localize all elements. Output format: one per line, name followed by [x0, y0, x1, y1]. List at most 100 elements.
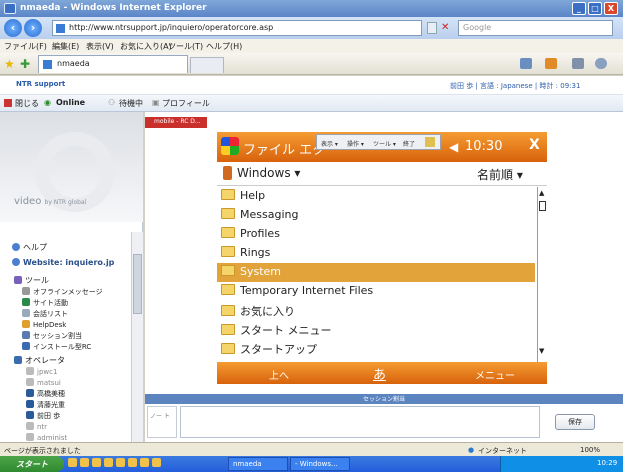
list-item[interactable]: Temporary Internet Files: [217, 282, 535, 301]
back-button[interactable]: ‹: [4, 19, 22, 37]
refresh-icon[interactable]: [427, 22, 437, 34]
operator-item[interactable]: 清藤光重: [26, 400, 65, 410]
tab-label: nmaeda: [57, 59, 90, 68]
note-panel[interactable]: ノー ト: [147, 406, 177, 438]
list-item[interactable]: スタート メニュー: [217, 320, 535, 339]
zoom-level[interactable]: 100%: [580, 446, 600, 454]
operator-item[interactable]: 高橋美穂: [26, 389, 65, 399]
taskbar-item-ie[interactable]: nmaeda: [228, 457, 288, 471]
sidebar-item-site-activity[interactable]: サイト活動: [22, 298, 68, 308]
address-bar-row: ‹ › http://www.ntrsupport.jp/inquiero/op…: [0, 17, 623, 39]
sidebar-item-offline-message[interactable]: オフラインメッセージ: [22, 287, 103, 297]
waiting-status[interactable]: 待機中: [119, 98, 143, 109]
sidebar-item-helpdesk[interactable]: HelpDesk: [22, 320, 66, 329]
list-icon: [22, 309, 30, 317]
list-item-selected[interactable]: System: [217, 263, 535, 282]
menu-view[interactable]: 表示(V): [86, 41, 114, 52]
sort-dropdown[interactable]: 名前順 ▾: [477, 166, 523, 183]
quicklaunch-icon[interactable]: [128, 458, 137, 467]
list-item[interactable]: お気に入り: [217, 301, 535, 320]
menu-edit[interactable]: 編集(E): [52, 41, 79, 52]
menu-file[interactable]: ファイル(F): [4, 41, 47, 52]
volume-icon[interactable]: ◀: [449, 140, 458, 154]
print-icon[interactable]: [572, 58, 584, 69]
sidebar-item-session-assign[interactable]: セッション割当: [22, 331, 82, 341]
online-status[interactable]: Online: [56, 98, 85, 107]
list-item[interactable]: Profiles: [217, 225, 535, 244]
rc-menu-action[interactable]: 操作 ▾: [347, 139, 364, 148]
softkey-input[interactable]: あ: [373, 364, 386, 383]
operator-item[interactable]: ntr: [26, 422, 47, 431]
rc-menu-exit[interactable]: 終了: [403, 139, 415, 148]
close-window-button[interactable]: X: [604, 2, 618, 15]
list-item[interactable]: Rings: [217, 244, 535, 263]
sidebar-item-install-rc[interactable]: インストール型RC: [22, 342, 91, 352]
folder-icon: [221, 208, 235, 219]
softkey-up[interactable]: 上へ: [269, 367, 289, 382]
list-item[interactable]: Help: [217, 187, 535, 206]
page-menu-icon[interactable]: [595, 58, 607, 69]
operator-item[interactable]: 前田 歩: [26, 411, 60, 421]
profile-link[interactable]: プロフィール: [162, 98, 210, 109]
profile-icon: ▣: [152, 98, 160, 107]
new-tab-button[interactable]: [190, 57, 224, 73]
device-scrollbar[interactable]: ▲ ▼: [537, 187, 547, 362]
location-dropdown[interactable]: Windows ▾: [237, 166, 300, 180]
taskbar: スタート nmaeda - Windows... 10:29: [0, 456, 623, 472]
quicklaunch-icon[interactable]: [80, 458, 89, 467]
save-button[interactable]: 保存: [555, 414, 595, 430]
forward-button[interactable]: ›: [24, 19, 42, 37]
quicklaunch-icon[interactable]: [152, 458, 161, 467]
quicklaunch-icon[interactable]: [116, 458, 125, 467]
feeds-icon[interactable]: [545, 58, 557, 69]
softkey-menu[interactable]: メニュー: [475, 367, 515, 382]
sidebar-item-website[interactable]: Website: inquiero.jp: [12, 258, 114, 267]
quicklaunch-icon[interactable]: [104, 458, 113, 467]
folder-icon: [221, 324, 235, 335]
tab-nmaeda[interactable]: nmaeda: [38, 55, 188, 73]
status-message: ページが表示されました: [4, 447, 81, 455]
close-button[interactable]: 閉じる: [15, 98, 39, 109]
sidebar-item-help[interactable]: ヘルプ: [12, 242, 47, 253]
taskbar-item-window[interactable]: - Windows...: [290, 457, 350, 471]
quicklaunch-icon[interactable]: [68, 458, 77, 467]
operator-item[interactable]: administ: [26, 433, 67, 442]
sidebar-scrollbar[interactable]: [131, 232, 143, 442]
scroll-up-icon[interactable]: ▲: [539, 189, 544, 197]
list-item[interactable]: Messaging: [217, 206, 535, 225]
windows-logo-icon[interactable]: [221, 137, 239, 155]
start-button[interactable]: スタート: [0, 456, 64, 472]
operator-item[interactable]: jpwc1: [26, 367, 57, 376]
menu-help[interactable]: ヘルプ(H): [206, 41, 242, 52]
sidebar-item-conversation-list[interactable]: 会話リスト: [22, 309, 68, 319]
rc-menu-view[interactable]: 表示 ▾: [321, 139, 338, 148]
sidebar-item-tools[interactable]: ツール: [14, 275, 49, 286]
scroll-thumb[interactable]: [539, 201, 546, 211]
quicklaunch-icon[interactable]: [140, 458, 149, 467]
rc-pin-icon[interactable]: [425, 137, 435, 147]
scroll-down-icon[interactable]: ▼: [539, 347, 544, 355]
search-input[interactable]: Google: [458, 20, 613, 36]
folder-icon: [221, 343, 235, 354]
ie-icon: [4, 3, 16, 14]
maximize-button[interactable]: □: [588, 2, 602, 15]
quicklaunch-icon[interactable]: [92, 458, 101, 467]
home-icon[interactable]: [520, 58, 532, 69]
device-close-button[interactable]: X: [529, 137, 540, 153]
minimize-button[interactable]: _: [572, 2, 586, 15]
scrollbar-thumb[interactable]: [133, 254, 142, 314]
url-field[interactable]: http://www.ntrsupport.jp/inquiero/operat…: [52, 20, 422, 36]
stop-icon[interactable]: ✕: [441, 22, 453, 34]
favorites-star-icon[interactable]: ★: [4, 57, 15, 71]
menu-favorites[interactable]: お気に入り(A): [120, 41, 172, 52]
rc-menu-tools[interactable]: ツール ▾: [373, 139, 396, 148]
list-item[interactable]: スタートアップ: [217, 339, 535, 358]
chat-input[interactable]: [180, 406, 540, 438]
page-favicon-icon: [56, 24, 65, 33]
menu-tools[interactable]: ツール(T): [168, 41, 203, 52]
add-favorite-icon[interactable]: ✚: [20, 57, 30, 71]
device-screen[interactable]: ファイル エク ◀ 10:30 X 表示 ▾ 操作 ▾ ツール ▾ 終了 Win…: [217, 132, 547, 384]
sidebar-item-operators[interactable]: オペレータ: [14, 355, 65, 366]
remote-control-tab[interactable]: mobile - RC D...: [145, 117, 207, 128]
operator-item[interactable]: matsui: [26, 378, 61, 387]
